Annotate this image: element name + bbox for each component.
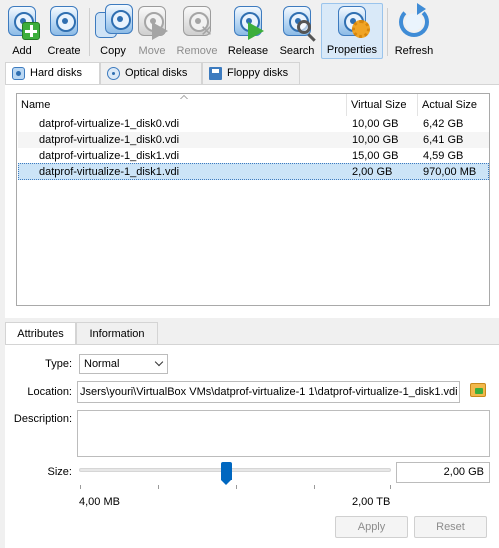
slider-min-label: 4,00 MB: [79, 496, 120, 508]
properties-button[interactable]: Properties: [321, 3, 383, 59]
tab-optical-disks-label: Optical disks: [125, 67, 188, 79]
disk-actual-size: 970,00 MB: [423, 166, 477, 178]
location-field[interactable]: Jsers\youri\VirtualBox VMs\datprof-virtu…: [77, 381, 460, 403]
copy-disk-icon: [95, 4, 133, 40]
slider-tick: [236, 485, 237, 489]
properties-label: Properties: [326, 44, 378, 56]
column-header-actual-size[interactable]: Actual Size: [418, 94, 489, 116]
sort-ascending-icon: [180, 95, 188, 101]
release-label: Release: [227, 45, 269, 57]
tab-floppy-disks-label: Floppy disks: [227, 67, 289, 79]
move-label: Move: [138, 45, 166, 57]
add-label: Add: [12, 45, 32, 57]
disk-virtual-size: 2,00 GB: [352, 166, 393, 178]
size-field-value: 2,00 GB: [443, 466, 484, 478]
tab-optical-disks[interactable]: Optical disks: [100, 62, 202, 84]
remove-button[interactable]: ✕ Remove: [174, 4, 220, 58]
copy-button[interactable]: Copy: [93, 4, 133, 58]
slider-max-label: 2,00 TB: [352, 496, 391, 508]
description-field[interactable]: [77, 410, 490, 457]
location-field-value: Jsers\youri\VirtualBox VMs\datprof-virtu…: [80, 386, 458, 398]
disk-name: datprof-virtualize-1_disk1.vdi: [39, 150, 180, 162]
disk-name: datprof-virtualize-1_disk0.vdi: [39, 134, 180, 146]
remove-label: Remove: [176, 45, 218, 57]
size-label: Size:: [47, 466, 72, 478]
reset-label: Reset: [436, 521, 465, 533]
slider-tick: [158, 485, 159, 489]
location-label: Location:: [27, 386, 72, 398]
list-item[interactable]: datprof-virtualize-1_disk0.vdi 10,00 GB …: [18, 132, 489, 148]
toolbar-separator: [387, 8, 388, 56]
refresh-label: Refresh: [394, 45, 434, 57]
list-item[interactable]: datprof-virtualize-1_disk1.vdi 15,00 GB …: [18, 148, 489, 164]
type-select[interactable]: Normal: [79, 354, 168, 374]
disk-actual-size: 6,41 GB: [423, 134, 464, 146]
column-header-name[interactable]: Name: [17, 94, 347, 116]
tab-information[interactable]: Information: [76, 322, 158, 344]
search-label: Search: [279, 45, 315, 57]
toolbar: Add Create Copy Move ✕ Remove Release Se…: [0, 0, 499, 60]
remove-disk-icon: ✕: [179, 4, 215, 40]
add-button[interactable]: Add: [3, 4, 41, 58]
release-button[interactable]: Release: [226, 4, 270, 58]
create-button[interactable]: Create: [43, 4, 85, 58]
disk-actual-size: 4,59 GB: [423, 150, 464, 162]
release-disk-icon: [230, 4, 266, 40]
tab-hard-disks-label: Hard disks: [30, 67, 82, 79]
column-header-virtual-size-label: Virtual Size: [351, 99, 407, 111]
media-list[interactable]: Name Virtual Size Actual Size datprof-vi…: [16, 93, 490, 306]
search-button[interactable]: Search: [277, 4, 317, 58]
add-disk-icon: [4, 4, 40, 40]
size-slider-handle[interactable]: [221, 462, 232, 485]
list-item[interactable]: datprof-virtualize-1_disk0.vdi 10,00 GB …: [18, 116, 489, 132]
toolbar-separator: [89, 8, 90, 56]
column-header-virtual-size[interactable]: Virtual Size: [347, 94, 418, 116]
apply-button[interactable]: Apply: [335, 516, 408, 538]
tab-hard-disks[interactable]: Hard disks: [5, 62, 100, 85]
floppy-disk-icon: [209, 67, 222, 80]
tab-attributes[interactable]: Attributes: [5, 322, 76, 345]
reset-button[interactable]: Reset: [414, 516, 487, 538]
tab-information-label: Information: [89, 328, 145, 340]
choose-location-folder-icon[interactable]: [470, 383, 486, 397]
move-disk-icon: [134, 4, 170, 40]
slider-tick: [314, 485, 315, 489]
size-slider-track[interactable]: [79, 468, 391, 472]
slider-tick: [80, 485, 81, 489]
hard-disk-icon: [12, 67, 25, 80]
copy-label: Copy: [100, 45, 126, 57]
refresh-button[interactable]: Refresh: [392, 3, 436, 58]
column-header-actual-size-label: Actual Size: [422, 99, 478, 111]
type-select-value: Normal: [84, 358, 120, 370]
disk-virtual-size: 10,00 GB: [352, 118, 399, 130]
size-field[interactable]: 2,00 GB: [396, 462, 490, 483]
chevron-down-icon: [154, 357, 164, 367]
disk-virtual-size: 15,00 GB: [352, 150, 399, 162]
disk-name: datprof-virtualize-1_disk0.vdi: [39, 118, 180, 130]
search-disk-icon: [279, 4, 315, 40]
disk-actual-size: 6,42 GB: [423, 118, 464, 130]
type-label: Type:: [45, 358, 72, 370]
column-header-name-label: Name: [21, 99, 51, 111]
create-label: Create: [47, 45, 81, 57]
apply-label: Apply: [357, 521, 386, 533]
slider-tick: [390, 485, 391, 489]
list-item-selected[interactable]: datprof-virtualize-1_disk1.vdi 2,00 GB 9…: [18, 163, 489, 180]
description-label: Description:: [13, 413, 72, 425]
properties-disk-icon: [334, 4, 370, 40]
create-disk-icon: [46, 4, 82, 40]
refresh-icon: [396, 3, 432, 40]
optical-disk-icon: [107, 67, 120, 80]
move-button[interactable]: Move: [133, 4, 171, 58]
tab-floppy-disks[interactable]: Floppy disks: [202, 62, 300, 84]
tab-attributes-label: Attributes: [17, 328, 64, 340]
disk-virtual-size: 10,00 GB: [352, 134, 399, 146]
disk-name: datprof-virtualize-1_disk1.vdi: [39, 166, 180, 178]
